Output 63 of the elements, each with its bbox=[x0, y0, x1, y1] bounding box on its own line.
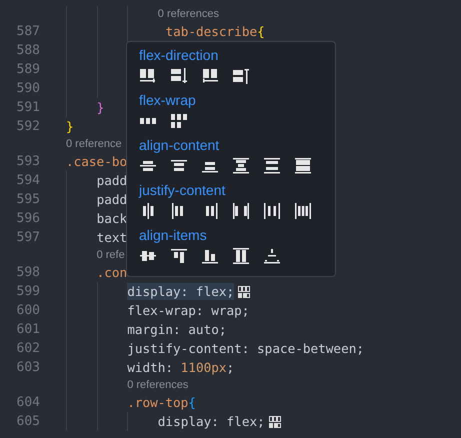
flex-grid-icon[interactable] bbox=[268, 416, 281, 428]
code-text: tab-describe bbox=[165, 23, 258, 40]
line-number: 603 bbox=[16, 360, 40, 375]
code-text: .case-bo bbox=[66, 153, 128, 170]
line-number: 599 bbox=[16, 284, 40, 299]
flex-option-icon[interactable] bbox=[263, 247, 281, 265]
line-number: 604 bbox=[16, 395, 40, 410]
flex-option-icon[interactable] bbox=[201, 247, 219, 265]
line-number: 594 bbox=[16, 173, 40, 188]
flex-option-icon[interactable] bbox=[294, 157, 312, 175]
line-number: 593 bbox=[16, 154, 40, 169]
line-number: 600 bbox=[16, 303, 40, 318]
code-text: display: flex; bbox=[158, 413, 265, 430]
line-number: 587 bbox=[16, 24, 40, 39]
code-text: display: flex; bbox=[127, 283, 234, 300]
flex-grid-icon[interactable] bbox=[238, 286, 250, 298]
flex-option-icon[interactable] bbox=[139, 67, 157, 85]
line-number: 588 bbox=[16, 43, 40, 58]
code-text: padd bbox=[96, 191, 128, 208]
section-title: flex-wrap bbox=[139, 91, 197, 110]
code-text: width: 1100px; bbox=[127, 359, 234, 376]
code-text: flex-wrap: wrap; bbox=[127, 302, 250, 319]
references-lens[interactable]: 0 references bbox=[158, 8, 219, 20]
flex-option-icon[interactable] bbox=[170, 67, 188, 85]
line-number: 592 bbox=[16, 119, 40, 134]
line-number: 602 bbox=[16, 341, 40, 356]
line-number: 589 bbox=[16, 62, 40, 77]
flex-option-icon[interactable] bbox=[232, 157, 250, 175]
brace: } bbox=[66, 118, 74, 135]
line-number: 591 bbox=[16, 100, 40, 115]
flex-option-icon[interactable] bbox=[232, 247, 250, 265]
code-text: .row-top bbox=[127, 394, 188, 411]
brace: { bbox=[188, 394, 196, 411]
references-lens[interactable]: 0 refe bbox=[96, 249, 125, 261]
line-number: 595 bbox=[16, 192, 40, 207]
references-lens[interactable]: 0 reference bbox=[66, 138, 122, 150]
code-text: padd bbox=[96, 172, 128, 189]
flex-option-icon[interactable] bbox=[201, 67, 219, 85]
line-number: 590 bbox=[16, 81, 40, 96]
section-title: align-items bbox=[139, 226, 208, 245]
section-title: align-content bbox=[139, 136, 220, 155]
brace: } bbox=[96, 99, 104, 116]
flex-option-icon[interactable] bbox=[294, 202, 312, 220]
brace: { bbox=[257, 23, 265, 40]
code-text: back bbox=[96, 210, 128, 227]
line-number: 598 bbox=[16, 265, 40, 280]
line-number: 605 bbox=[16, 414, 40, 429]
references-lens[interactable]: 0 references bbox=[127, 379, 188, 391]
line-number: 601 bbox=[16, 322, 40, 337]
flex-option-icon[interactable] bbox=[232, 202, 250, 220]
section-title: flex-direction bbox=[139, 46, 220, 65]
code-text: justify-content: space-between; bbox=[127, 340, 364, 357]
code-text: .con bbox=[96, 264, 128, 281]
line-number: 596 bbox=[16, 211, 40, 226]
flex-option-icon[interactable] bbox=[232, 67, 250, 85]
flex-option-icon[interactable] bbox=[263, 157, 281, 175]
flex-option-icon[interactable] bbox=[170, 112, 188, 130]
flex-option-icon[interactable] bbox=[263, 202, 281, 220]
line-number: 597 bbox=[16, 230, 40, 245]
section-title: justify-content bbox=[139, 181, 226, 200]
code-text: text bbox=[96, 229, 128, 246]
flex-option-icon[interactable] bbox=[170, 247, 188, 265]
code-text: margin: auto; bbox=[127, 321, 226, 338]
